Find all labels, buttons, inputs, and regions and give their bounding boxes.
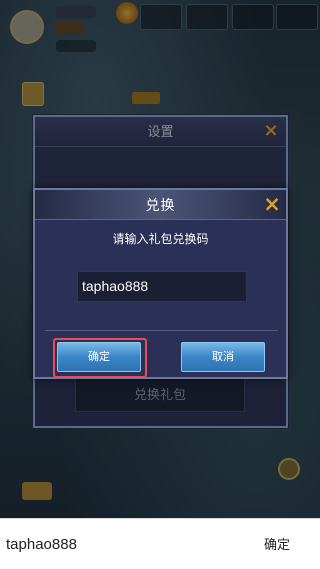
redeem-prompt: 请输入礼包兑换码 xyxy=(112,232,209,246)
cancel-button[interactable]: 取消 xyxy=(181,342,265,372)
cancel-label: 取消 xyxy=(212,351,234,363)
redeem-title: 兑换 xyxy=(145,197,176,213)
native-input-bar: taphao888 确定 xyxy=(0,518,320,569)
divider xyxy=(45,330,278,331)
close-icon[interactable]: × xyxy=(262,192,282,216)
confirm-button[interactable]: 确定 xyxy=(53,338,147,378)
native-confirm-button[interactable]: 确定 xyxy=(264,519,290,569)
native-input-field[interactable]: taphao888 xyxy=(6,519,77,569)
redeem-code-input[interactable]: taphao888 xyxy=(77,271,247,302)
highlight-box xyxy=(53,338,147,378)
redeem-dialog: 兑换 × 请输入礼包兑换码 taphao888 确定 取消 xyxy=(33,188,288,379)
